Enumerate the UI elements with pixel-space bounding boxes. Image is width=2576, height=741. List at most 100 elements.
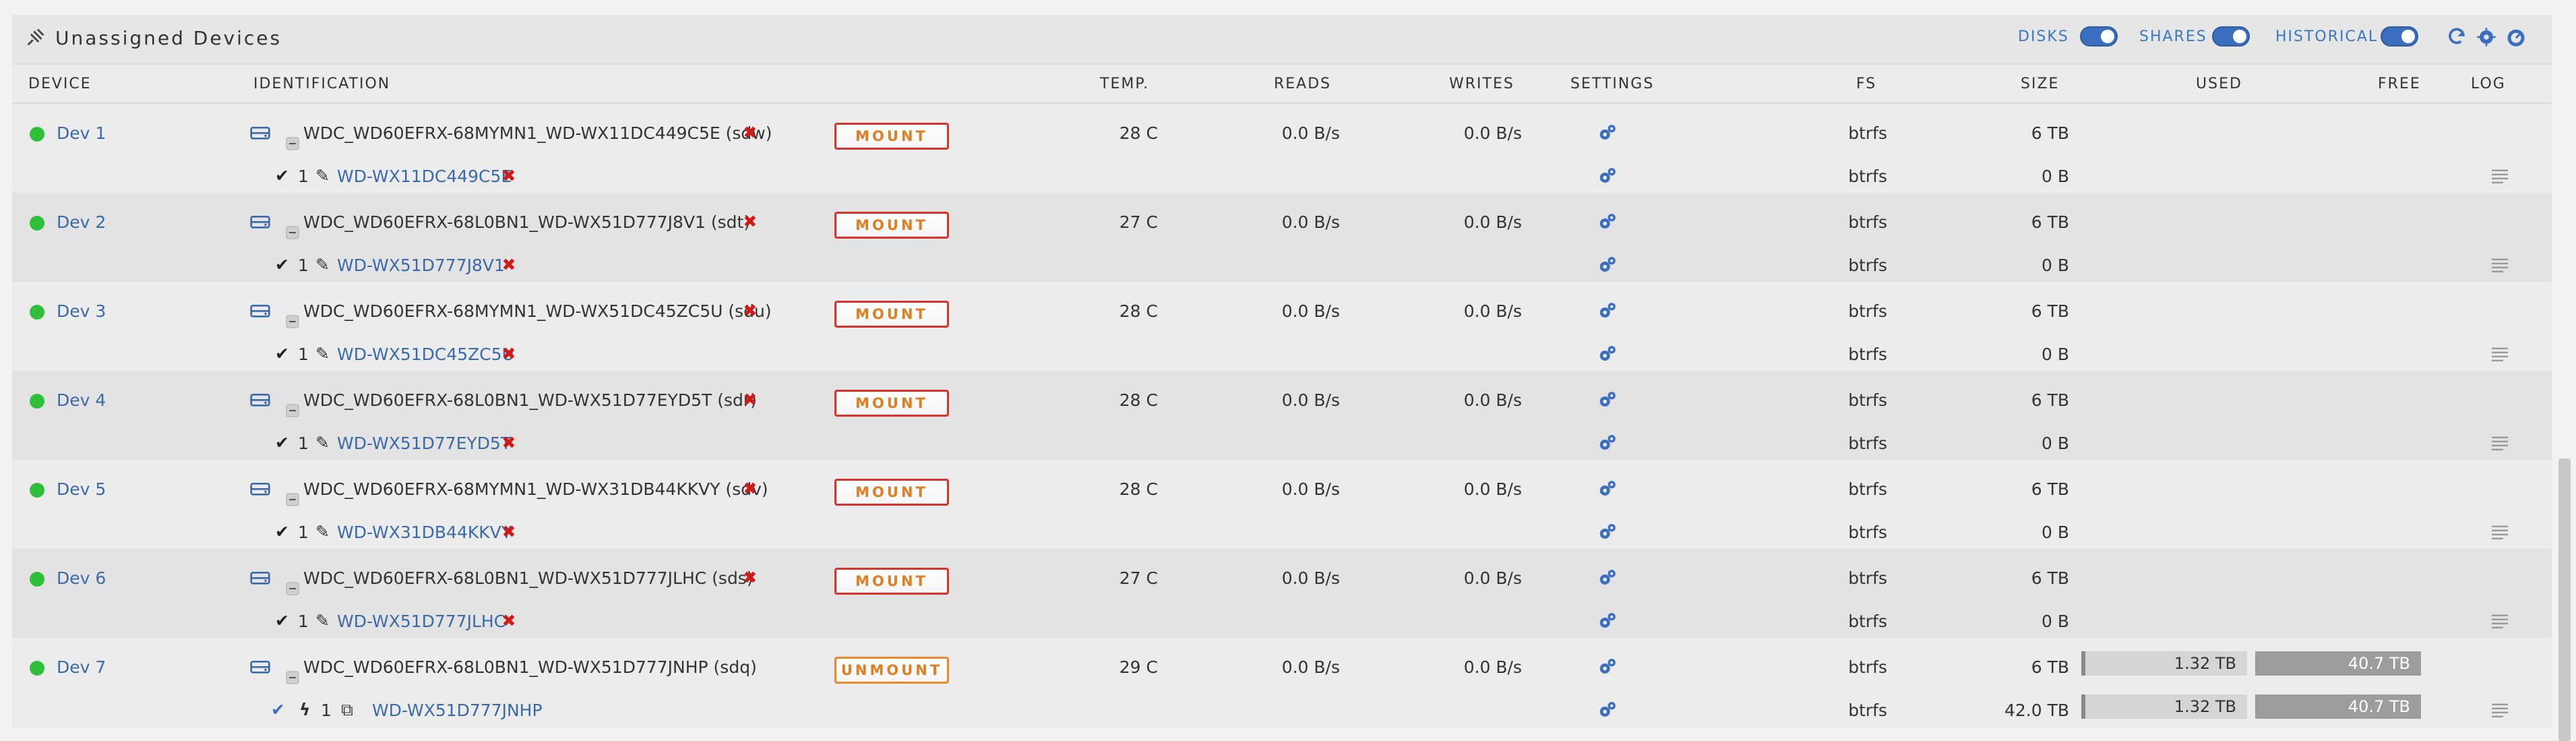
device-name-link[interactable]: Dev 7 [57, 657, 106, 677]
partition-label-link[interactable]: WD-WX51D777J8V1 [337, 256, 505, 275]
partition-label-link[interactable]: WD-WX31DB44KKVY [337, 523, 512, 542]
external-link-icon[interactable]: ⧉ [341, 700, 353, 720]
mount-button[interactable]: MOUNT [834, 123, 949, 150]
remove-device-icon[interactable]: ✖ [743, 479, 757, 498]
col-used[interactable]: USED [2196, 76, 2242, 92]
remove-partition-icon[interactable]: ✖ [502, 255, 516, 274]
partition-label-link[interactable]: WD-WX11DC449C5E [337, 167, 512, 186]
device-name-link[interactable]: Dev 1 [57, 123, 106, 143]
remove-partition-icon[interactable]: ✖ [502, 344, 516, 363]
collapse-icon[interactable] [286, 135, 299, 154]
mount-button[interactable]: MOUNT [834, 301, 949, 328]
device-settings-icon[interactable] [1597, 301, 1618, 325]
collapse-icon[interactable] [286, 313, 299, 332]
edit-pencil-icon[interactable]: ✎ [315, 522, 330, 541]
drive-icon[interactable] [249, 390, 271, 413]
device-settings-icon[interactable] [1597, 390, 1618, 414]
device-settings-icon[interactable] [1597, 123, 1618, 147]
status-online-dot [30, 216, 44, 231]
partition-settings-icon[interactable] [1597, 344, 1618, 368]
log-icon[interactable] [2490, 612, 2510, 632]
remove-device-icon[interactable]: ✖ [743, 568, 757, 587]
edit-pencil-icon[interactable]: ✎ [315, 611, 330, 630]
collapse-icon[interactable] [286, 491, 299, 510]
log-icon[interactable] [2490, 167, 2510, 187]
mount-button[interactable]: MOUNT [834, 568, 949, 595]
partition-label-link[interactable]: WD-WX51D77EYD5T [337, 434, 511, 453]
partition-settings-icon[interactable] [1597, 522, 1618, 546]
gear-icon[interactable] [2476, 27, 2496, 47]
log-icon[interactable] [2490, 256, 2510, 276]
remove-device-icon[interactable]: ✖ [743, 123, 757, 142]
collapse-icon[interactable] [286, 402, 299, 421]
used-value: 1.32 TB [2174, 654, 2236, 673]
drive-icon[interactable] [249, 123, 271, 146]
device-settings-icon[interactable] [1597, 568, 1618, 592]
mount-button[interactable]: MOUNT [834, 212, 949, 239]
collapse-icon[interactable] [286, 224, 299, 243]
partition-settings-icon[interactable] [1597, 255, 1618, 279]
partition-settings-icon[interactable] [1597, 166, 1618, 190]
device-settings-icon[interactable] [1597, 657, 1618, 681]
log-icon[interactable] [2490, 701, 2510, 721]
col-writes[interactable]: WRITES [1449, 76, 1514, 92]
remove-partition-icon[interactable]: ✖ [502, 166, 516, 185]
device-name-link[interactable]: Dev 2 [57, 212, 106, 232]
scrollbar[interactable] [2553, 0, 2576, 741]
reads-value: 0.0 B/s [1281, 301, 1340, 321]
edit-pencil-icon[interactable]: ✎ [315, 166, 330, 185]
remove-partition-icon[interactable]: ✖ [502, 433, 516, 452]
col-fs[interactable]: FS [1856, 76, 1876, 92]
remove-partition-icon[interactable]: ✖ [502, 522, 516, 541]
remove-device-icon[interactable]: ✖ [743, 301, 757, 320]
remove-device-icon[interactable]: ✖ [743, 390, 757, 409]
fs-value: btrfs [1848, 123, 1887, 143]
drive-icon[interactable] [249, 301, 271, 324]
edit-pencil-icon[interactable]: ✎ [315, 344, 330, 363]
partition-label-link[interactable]: WD-WX51D777JLHC [337, 612, 505, 631]
drive-icon[interactable] [249, 568, 271, 591]
partition-label-link[interactable]: WD-WX51DC45ZC5U [337, 345, 514, 364]
status-online-dot [30, 394, 44, 409]
partition-settings-icon[interactable] [1597, 611, 1618, 635]
unmount-button[interactable]: UNMOUNT [834, 657, 949, 684]
edit-pencil-icon[interactable]: ✎ [315, 255, 330, 274]
device-name-link[interactable]: Dev 3 [57, 301, 106, 321]
scrollbar-thumb[interactable] [2558, 458, 2571, 741]
drive-icon[interactable] [249, 212, 271, 235]
mount-button[interactable]: MOUNT [834, 390, 949, 417]
mount-button[interactable]: MOUNT [834, 479, 949, 506]
historical-toggle[interactable] [2381, 26, 2418, 47]
drive-icon[interactable] [249, 479, 271, 502]
col-size[interactable]: SIZE [2021, 76, 2059, 92]
device-name-link[interactable]: Dev 6 [57, 568, 106, 588]
device-name-link[interactable]: Dev 4 [57, 390, 106, 410]
col-identification[interactable]: IDENTIFICATION [253, 76, 390, 92]
refresh-icon[interactable] [2447, 27, 2467, 47]
disks-toggle[interactable] [2080, 26, 2118, 47]
shares-toggle[interactable] [2212, 26, 2250, 47]
partition-settings-icon[interactable] [1597, 700, 1618, 724]
col-device[interactable]: DEVICE [28, 76, 92, 92]
remove-device-icon[interactable]: ✖ [743, 212, 757, 231]
device-settings-icon[interactable] [1597, 479, 1618, 503]
device-settings-icon[interactable] [1597, 212, 1618, 236]
col-reads[interactable]: READS [1274, 76, 1331, 92]
partition-settings-icon[interactable] [1597, 433, 1618, 457]
collapse-icon[interactable] [286, 669, 299, 688]
temp-value: 28 C [1119, 479, 1158, 499]
collapse-icon[interactable] [286, 580, 299, 599]
log-icon[interactable] [2490, 523, 2510, 543]
device-name-link[interactable]: Dev 5 [57, 479, 106, 499]
log-icon[interactable] [2490, 434, 2510, 454]
drive-icon[interactable] [249, 657, 271, 680]
log-icon[interactable] [2490, 345, 2510, 365]
partition-label-link[interactable]: WD-WX51D777JNHP [372, 701, 543, 720]
dashboard-icon[interactable] [2506, 27, 2526, 47]
edit-pencil-icon[interactable]: ✎ [315, 433, 330, 452]
col-temp[interactable]: TEMP. [1100, 76, 1149, 92]
size-value: 6 TB [2031, 657, 2069, 677]
reads-value: 0.0 B/s [1281, 212, 1340, 232]
col-free[interactable]: FREE [2378, 76, 2421, 92]
remove-partition-icon[interactable]: ✖ [502, 611, 516, 630]
